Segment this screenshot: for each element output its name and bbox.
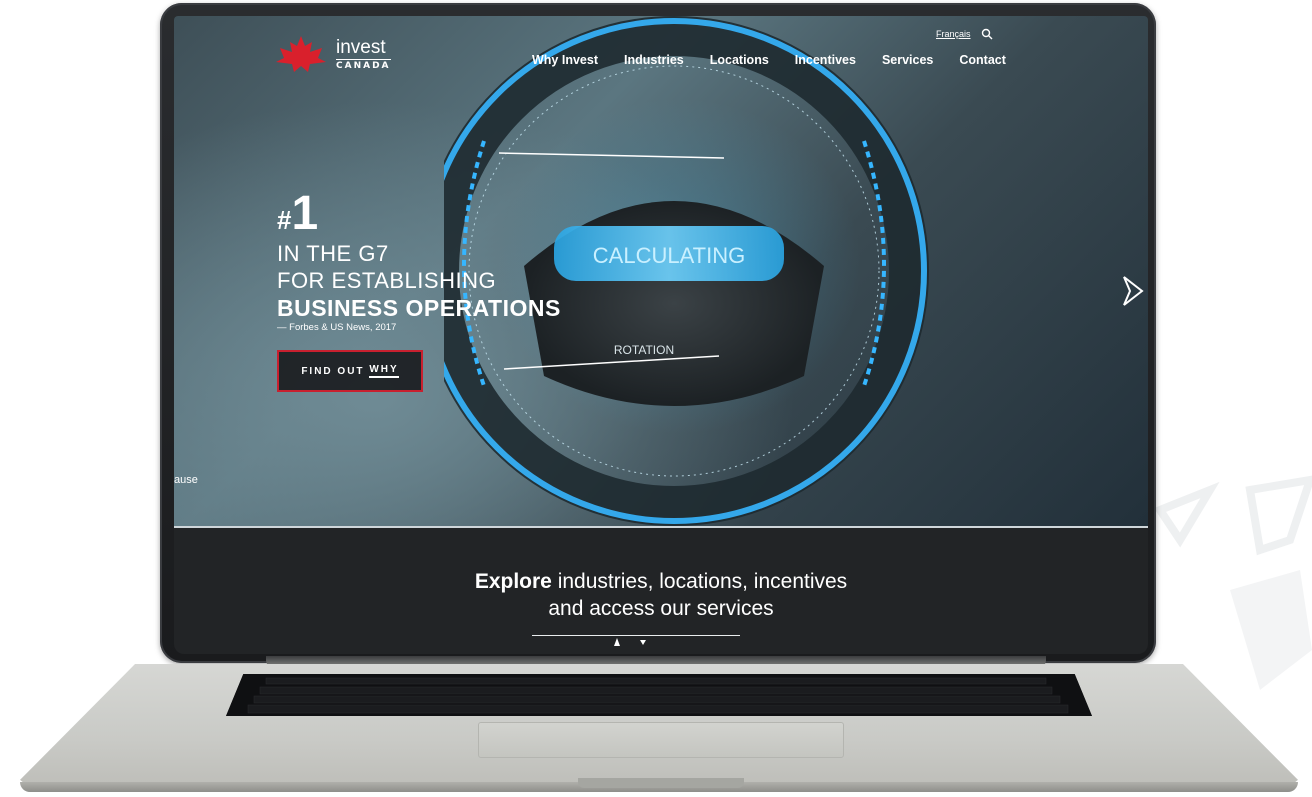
nav-locations[interactable]: Locations — [710, 53, 769, 67]
scroll-down-icon[interactable] — [604, 636, 664, 648]
explore-heading: Explore industries, locations, incentive… — [174, 568, 1148, 622]
hero-line-1: IN THE G7 — [277, 241, 389, 266]
nav-why-invest[interactable]: Why Invest — [532, 53, 598, 67]
nav-contact[interactable]: Contact — [959, 53, 1006, 67]
hud-caption-text: ROTATION — [614, 343, 674, 357]
hero-rank-hash: # — [277, 205, 292, 235]
pause-button[interactable]: ause — [174, 474, 198, 486]
language-toggle-link[interactable]: Français — [936, 29, 971, 39]
chevron-right-icon[interactable] — [1120, 271, 1146, 311]
nav-industries[interactable]: Industries — [624, 53, 684, 67]
logo-word-canada: CANADA — [336, 58, 391, 71]
nav-services[interactable]: Services — [882, 53, 933, 67]
hud-display-text: CALCULATING — [593, 243, 745, 268]
site-logo[interactable]: invest CANADA — [274, 34, 391, 74]
cta-emphasis: WHY — [369, 364, 399, 378]
hero-source: — Forbes & US News, 2017 — [277, 322, 397, 333]
nav-incentives[interactable]: Incentives — [795, 53, 856, 67]
cta-prefix: FIND OUT — [301, 365, 370, 377]
utility-bar: Français — [936, 28, 993, 40]
search-icon[interactable] — [981, 28, 993, 40]
hero-banner: CALCULATING ROTATION invest CANADA Franç… — [174, 16, 1148, 526]
hero-line-3: BUSINESS OPERATIONS — [277, 295, 561, 321]
explore-bold: Explore — [474, 570, 552, 593]
hero-rank: #1 — [277, 190, 561, 240]
trackpad — [478, 722, 844, 758]
laptop-notch — [578, 778, 744, 788]
find-out-why-button[interactable]: FIND OUT WHY — [277, 350, 423, 392]
hero-divider — [174, 526, 1148, 528]
logo-word-invest: invest — [336, 36, 386, 58]
laptop-screen: CALCULATING ROTATION invest CANADA Franç… — [174, 16, 1148, 654]
hero-line-2: FOR ESTABLISHING — [277, 268, 497, 293]
explore-line-2: and access our services — [548, 597, 774, 620]
hero-rank-number: 1 — [291, 187, 319, 240]
main-nav: Why Invest Industries Locations Incentiv… — [532, 53, 1032, 67]
keyboard — [226, 674, 1092, 716]
explore-line-1: industries, locations, incentives — [551, 570, 848, 593]
hero-headline: #1 IN THE G7 FOR ESTABLISHING BUSINESS O… — [277, 190, 561, 334]
maple-leaf-icon — [276, 36, 326, 72]
